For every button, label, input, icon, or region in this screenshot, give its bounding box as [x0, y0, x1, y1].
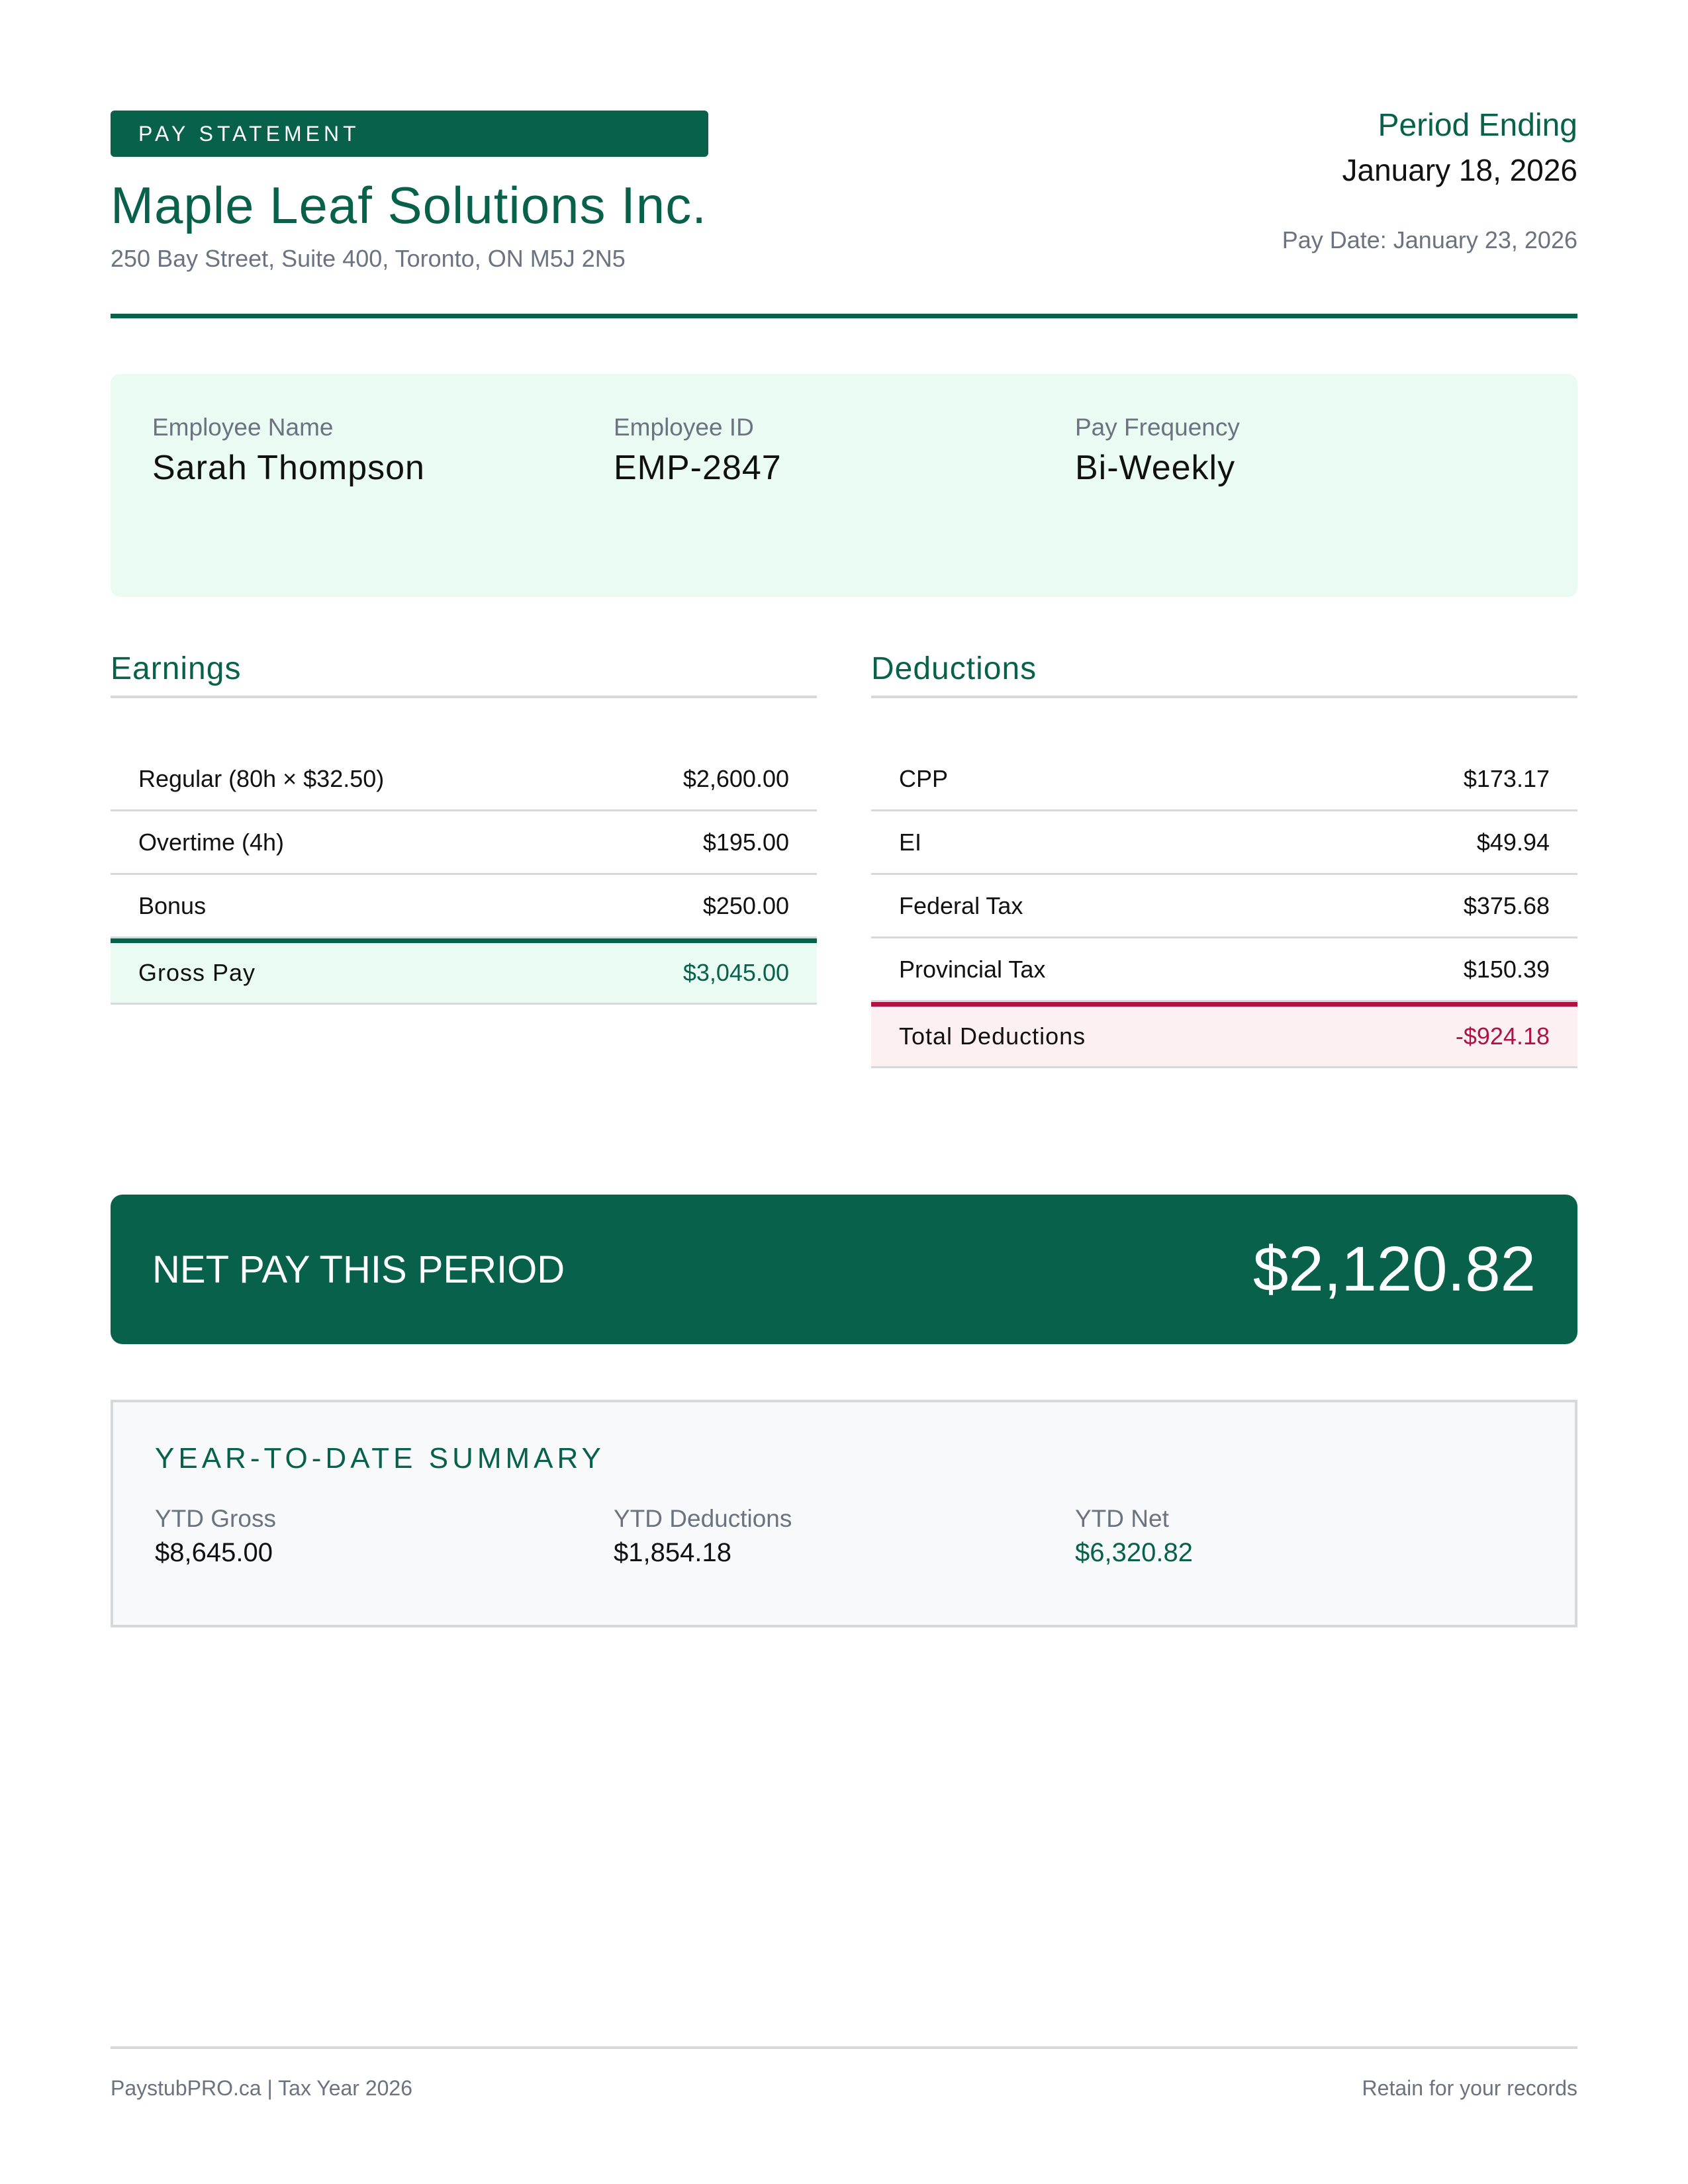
earnings-row-amount: $250.00: [702, 891, 789, 919]
period-ending-date: January 18, 2026: [1342, 153, 1578, 187]
footer-brand-text: PaystubPRO.ca | Tax Year 2026: [111, 2076, 413, 2100]
pay-statement-badge: PAY STATEMENT: [111, 111, 708, 157]
deduction-row: Provincial Tax $150.39: [871, 938, 1577, 1002]
deduction-row-name: CPP: [899, 764, 949, 792]
employee-name-label: Employee Name: [152, 414, 334, 441]
deductions-title: Deductions: [871, 645, 1577, 698]
deduction-row-name: Federal Tax: [899, 891, 1023, 919]
ytd-net-label: YTD Net: [1075, 1505, 1169, 1532]
net-pay-amount: $2,120.82: [1252, 1234, 1536, 1304]
ytd-gross-value: $8,645.00: [155, 1538, 273, 1567]
deductions-section: Deductions CPP $173.17 EI $49.94 Federal…: [871, 645, 1577, 1068]
pay-frequency-label: Pay Frequency: [1075, 414, 1240, 441]
pay-statement-page: PAY STATEMENT Maple Leaf Solutions Inc. …: [0, 0, 1688, 2184]
pay-frequency-field: Pay Frequency Bi-Weekly: [1075, 414, 1240, 488]
ytd-summary-panel: YEAR-TO-DATE SUMMARY YTD Gross $8,645.00…: [111, 1400, 1577, 1627]
deduction-row: CPP $173.17: [871, 748, 1577, 811]
deduction-row-amount: $375.68: [1463, 891, 1550, 919]
ytd-deductions-value: $1,854.18: [614, 1538, 731, 1567]
earnings-row: Overtime (4h) $195.00: [111, 811, 817, 875]
deduction-row-amount: $49.94: [1476, 828, 1550, 856]
employee-info-panel: Employee Name Sarah Thompson Employee ID…: [111, 374, 1577, 597]
total-deductions-label: Total Deductions: [899, 1023, 1086, 1050]
earnings-row-name: Bonus: [138, 891, 207, 919]
deduction-row-name: Provincial Tax: [899, 955, 1046, 983]
ytd-net-value: $6,320.82: [1075, 1538, 1193, 1567]
total-deductions-row: Total Deductions -$924.18: [871, 1002, 1577, 1068]
employee-name-field: Employee Name Sarah Thompson: [152, 414, 425, 488]
earnings-row: Regular (80h × $32.50) $2,600.00: [111, 748, 817, 811]
total-deductions-amount: -$924.18: [1455, 1023, 1550, 1050]
company-address: 250 Bay Street, Suite 400, Toronto, ON M…: [111, 245, 626, 272]
footer-divider: [111, 2046, 1577, 2049]
earnings-table: Regular (80h × $32.50) $2,600.00 Overtim…: [111, 748, 817, 1005]
employee-id-field: Employee ID EMP-2847: [614, 414, 782, 488]
deduction-row: EI $49.94: [871, 811, 1577, 875]
ytd-net-field: YTD Net $6,320.82: [1075, 1505, 1193, 1568]
deduction-row-amount: $173.17: [1463, 764, 1550, 792]
gross-pay-amount: $3,045.00: [682, 959, 789, 986]
ytd-gross-field: YTD Gross $8,645.00: [155, 1505, 276, 1568]
earnings-row-amount: $195.00: [702, 828, 789, 856]
deduction-row: Federal Tax $375.68: [871, 875, 1577, 938]
ytd-gross-label: YTD Gross: [155, 1505, 276, 1532]
pay-frequency-value: Bi-Weekly: [1075, 449, 1236, 487]
earnings-title: Earnings: [111, 645, 817, 698]
header-divider: [111, 314, 1577, 318]
employee-name-value: Sarah Thompson: [152, 449, 425, 487]
deduction-row-amount: $150.39: [1463, 955, 1550, 983]
earnings-row: Bonus $250.00: [111, 875, 817, 938]
period-ending-label: Period Ending: [1378, 108, 1577, 143]
earnings-section: Earnings Regular (80h × $32.50) $2,600.0…: [111, 645, 817, 1005]
ytd-deductions-label: YTD Deductions: [614, 1505, 792, 1532]
gross-pay-row: Gross Pay $3,045.00: [111, 938, 817, 1005]
earnings-row-name: Overtime (4h): [138, 828, 285, 856]
footer-retain-note: Retain for your records: [1362, 2076, 1577, 2100]
net-pay-banner: NET PAY THIS PERIOD $2,120.82: [111, 1195, 1577, 1344]
earnings-row-amount: $2,600.00: [682, 764, 789, 792]
ytd-deductions-field: YTD Deductions $1,854.18: [614, 1505, 792, 1568]
net-pay-label: NET PAY THIS PERIOD: [152, 1248, 565, 1291]
ytd-summary-title: YEAR-TO-DATE SUMMARY: [155, 1442, 605, 1475]
employee-id-value: EMP-2847: [614, 449, 782, 487]
employee-id-label: Employee ID: [614, 414, 754, 441]
gross-pay-label: Gross Pay: [138, 959, 256, 986]
deductions-table: CPP $173.17 EI $49.94 Federal Tax $375.6…: [871, 748, 1577, 1068]
pay-date: Pay Date: January 23, 2026: [1282, 226, 1577, 253]
earnings-row-name: Regular (80h × $32.50): [138, 764, 385, 792]
company-name: Maple Leaf Solutions Inc.: [111, 176, 707, 234]
deduction-row-name: EI: [899, 828, 922, 856]
